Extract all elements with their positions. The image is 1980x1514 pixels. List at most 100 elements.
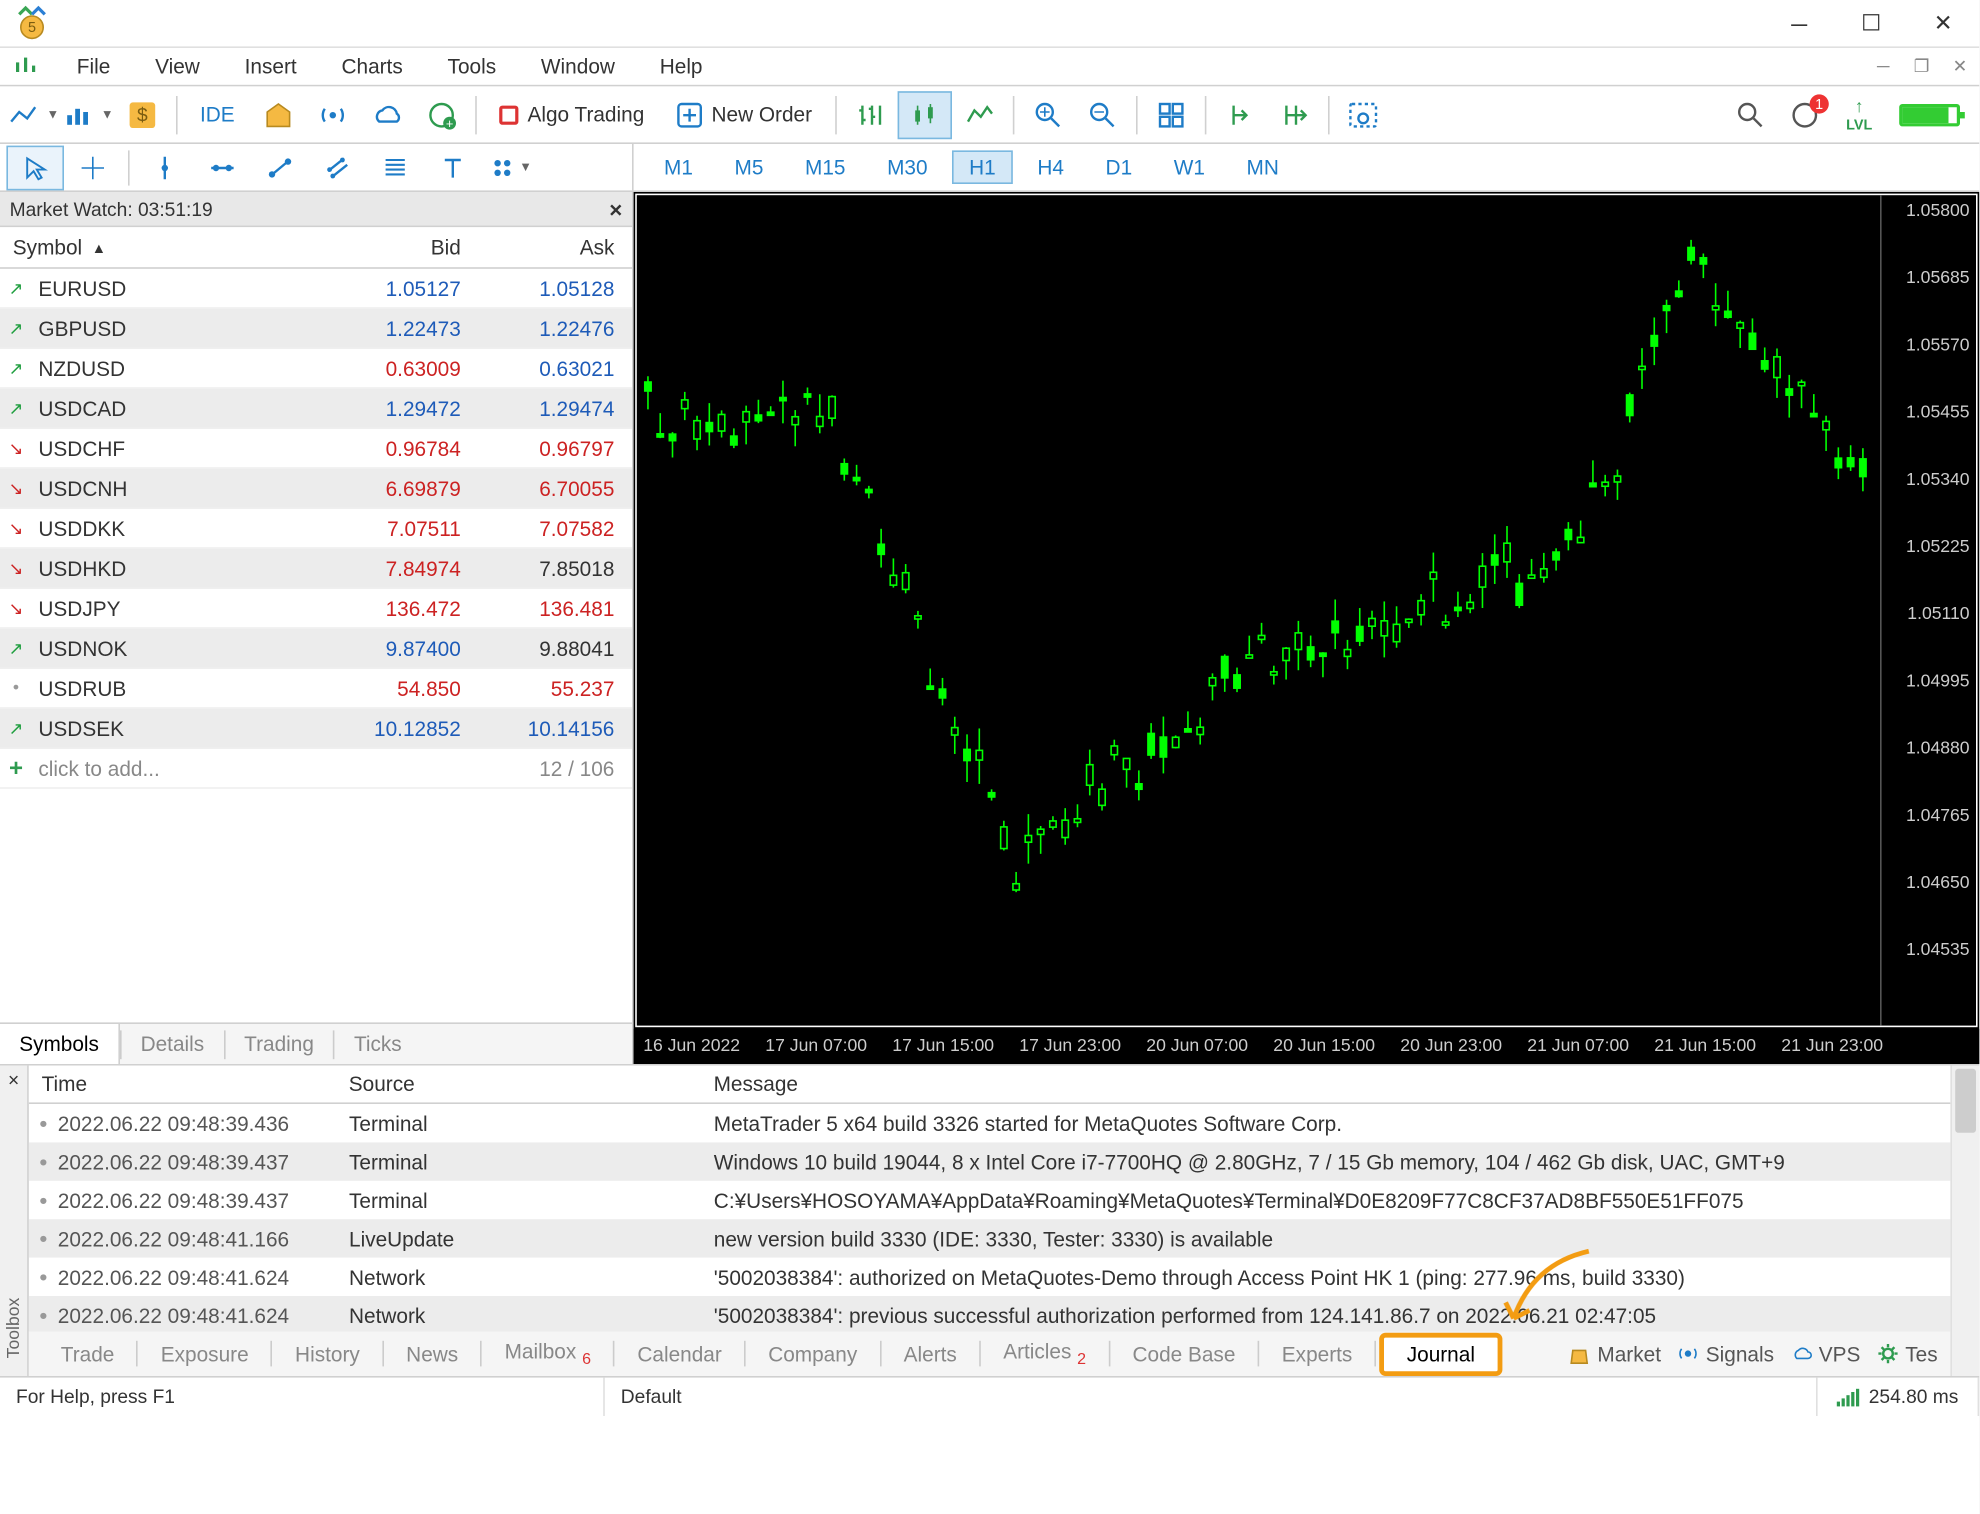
market-watch-tab-symbols[interactable]: Symbols <box>0 1023 120 1065</box>
journal-row[interactable]: ●2022.06.22 09:48:41.624Network'50020383… <box>29 1296 1951 1331</box>
market-watch-row[interactable]: ↗ EURUSD 1.05127 1.05128 <box>0 269 632 309</box>
bar-style-icon[interactable] <box>842 90 896 138</box>
menu-view[interactable]: View <box>133 47 223 85</box>
window-close-button[interactable]: ✕ <box>1907 0 1979 47</box>
new-order-button[interactable]: New Order <box>660 90 828 138</box>
shift-icon[interactable] <box>1212 90 1266 138</box>
market-watch-tab-trading[interactable]: Trading <box>225 1023 333 1065</box>
toolbox-scrollbar[interactable] <box>1950 1066 1979 1376</box>
market-watch-row[interactable]: ↘ USDCNH 6.69879 6.70055 <box>0 469 632 509</box>
menu-file[interactable]: File <box>54 47 132 85</box>
line-style-icon[interactable] <box>951 90 1005 138</box>
market-watch-row[interactable]: ↘ USDCHF 0.96784 0.96797 <box>0 429 632 469</box>
screenshot-icon[interactable] <box>1335 90 1389 138</box>
market-watch-tab-ticks[interactable]: Ticks <box>335 1023 421 1065</box>
toolbox-tab-code-base[interactable]: Code Base <box>1113 1342 1254 1366</box>
lvl-icon[interactable]: ↑LVL <box>1832 90 1886 138</box>
journal-row[interactable]: ●2022.06.22 09:48:39.437TerminalWindows … <box>29 1142 1951 1180</box>
timeframe-m1[interactable]: M1 <box>646 150 710 184</box>
zoom-out-icon[interactable] <box>1074 90 1128 138</box>
message-column-header[interactable]: Message <box>701 1072 1951 1096</box>
bid-column-header[interactable]: Bid <box>320 235 474 259</box>
market-watch-row[interactable]: ↗ USDCAD 1.29472 1.29474 <box>0 389 632 429</box>
mdi-restore-button[interactable]: ❐ <box>1907 55 1936 77</box>
toolbox-signals-link[interactable]: Signals <box>1677 1342 1774 1366</box>
menu-help[interactable]: Help <box>637 47 725 85</box>
market-watch-row[interactable]: ↗ USDNOK 9.87400 9.88041 <box>0 629 632 669</box>
timeframe-d1[interactable]: D1 <box>1088 150 1150 184</box>
market-watch-add-row[interactable]: +click to add...12 / 106 <box>0 749 632 789</box>
market-watch-row[interactable]: ↘ USDHKD 7.84974 7.85018 <box>0 549 632 589</box>
source-column-header[interactable]: Source <box>349 1072 701 1096</box>
market-icon[interactable] <box>251 90 305 138</box>
market-watch-close-button[interactable]: × <box>609 196 622 222</box>
trendline-icon[interactable] <box>251 145 309 190</box>
candle-style-icon[interactable] <box>897 90 951 138</box>
toolbox-tester-link[interactable]: Tes <box>1876 1342 1937 1366</box>
dollar-icon[interactable]: $ <box>115 90 169 138</box>
mdi-minimize-button[interactable]: ─ <box>1869 55 1898 77</box>
objects-dropdown[interactable]: ▼ <box>482 145 540 190</box>
journal-row[interactable]: ●2022.06.22 09:48:39.437TerminalC:¥Users… <box>29 1181 1951 1219</box>
ide-button[interactable]: IDE <box>184 90 251 138</box>
journal-row[interactable]: ●2022.06.22 09:48:41.166LiveUpdatenew ve… <box>29 1219 1951 1257</box>
algo-trading-button[interactable]: Algo Trading <box>483 90 661 138</box>
toolbox-market-link[interactable]: Market <box>1569 1342 1661 1366</box>
timeframe-h1[interactable]: H1 <box>952 150 1014 184</box>
market-watch-row[interactable]: ↘ USDJPY 136.472 136.481 <box>0 589 632 629</box>
toolbox-tab-articles[interactable]: Articles 2 <box>984 1339 1105 1369</box>
window-maximize-button[interactable]: ☐ <box>1835 0 1907 47</box>
crosshair-icon[interactable] <box>64 145 122 190</box>
line-chart-dropdown[interactable]: ▼ <box>6 90 60 138</box>
text-icon[interactable] <box>424 145 482 190</box>
mdi-close-button[interactable]: ✕ <box>1946 55 1975 77</box>
market-watch-row[interactable]: ↗ GBPUSD 1.22473 1.22476 <box>0 309 632 349</box>
toolbox-tab-experts[interactable]: Experts <box>1263 1342 1372 1366</box>
timeframe-h4[interactable]: H4 <box>1020 150 1082 184</box>
toolbox-tab-exposure[interactable]: Exposure <box>142 1342 268 1366</box>
vps-add-icon[interactable]: + <box>414 90 468 138</box>
cursor-icon[interactable] <box>6 145 64 190</box>
market-watch-row[interactable]: ↗ NZDUSD 0.63009 0.63021 <box>0 349 632 389</box>
toolbox-tab-alerts[interactable]: Alerts <box>884 1342 976 1366</box>
journal-row[interactable]: ●2022.06.22 09:48:39.436TerminalMetaTrad… <box>29 1104 1951 1142</box>
toolbox-tab-mailbox[interactable]: Mailbox 6 <box>485 1339 610 1369</box>
toolbox-tab-trade[interactable]: Trade <box>42 1342 134 1366</box>
cloud-icon[interactable] <box>359 90 413 138</box>
timeframe-m5[interactable]: M5 <box>717 150 781 184</box>
horizontal-line-icon[interactable] <box>194 145 252 190</box>
status-profile[interactable]: Default <box>605 1377 1818 1415</box>
toolbox-tab-calendar[interactable]: Calendar <box>618 1342 741 1366</box>
time-column-header[interactable]: Time <box>29 1072 349 1096</box>
equidistant-channel-icon[interactable] <box>309 145 367 190</box>
timeframe-m30[interactable]: M30 <box>869 150 945 184</box>
tile-windows-icon[interactable] <box>1143 90 1197 138</box>
menu-charts[interactable]: Charts <box>319 47 425 85</box>
timeframe-m15[interactable]: M15 <box>787 150 863 184</box>
market-watch-row[interactable]: • USDRUB 54.850 55.237 <box>0 669 632 709</box>
journal-row[interactable]: ●2022.06.22 09:48:41.624Network'50020383… <box>29 1258 1951 1296</box>
toolbox-tab-company[interactable]: Company <box>749 1342 876 1366</box>
toolbox-tab-news[interactable]: News <box>387 1342 477 1366</box>
bar-chart-dropdown[interactable]: ▼ <box>61 90 115 138</box>
symbol-column-header[interactable]: Symbol ▲ <box>0 235 320 259</box>
candlestick-chart[interactable] <box>637 195 1880 992</box>
ask-column-header[interactable]: Ask <box>474 235 628 259</box>
toolbox-tab-history[interactable]: History <box>276 1342 379 1366</box>
search-icon[interactable] <box>1723 90 1777 138</box>
chart-panel[interactable]: 1.058001.056851.055701.054551.053401.052… <box>634 192 1980 1064</box>
zoom-in-icon[interactable] <box>1020 90 1074 138</box>
timeframe-w1[interactable]: W1 <box>1156 150 1222 184</box>
autoscroll-icon[interactable] <box>1266 90 1320 138</box>
market-watch-row[interactable]: ↗ USDSEK 10.12852 10.14156 <box>0 709 632 749</box>
market-watch-tab-details[interactable]: Details <box>121 1023 223 1065</box>
toolbox-vps-link[interactable]: VPS <box>1790 1342 1860 1366</box>
vertical-line-icon[interactable] <box>136 145 194 190</box>
toolbox-tab-journal[interactable]: Journal <box>1380 1332 1503 1375</box>
menu-window[interactable]: Window <box>519 47 638 85</box>
notifications-icon[interactable]: 1 <box>1778 90 1832 138</box>
timeframe-mn[interactable]: MN <box>1229 150 1297 184</box>
window-minimize-button[interactable]: ─ <box>1763 0 1835 47</box>
market-watch-row[interactable]: ↘ USDDKK 7.07511 7.07582 <box>0 509 632 549</box>
signals-icon[interactable] <box>305 90 359 138</box>
